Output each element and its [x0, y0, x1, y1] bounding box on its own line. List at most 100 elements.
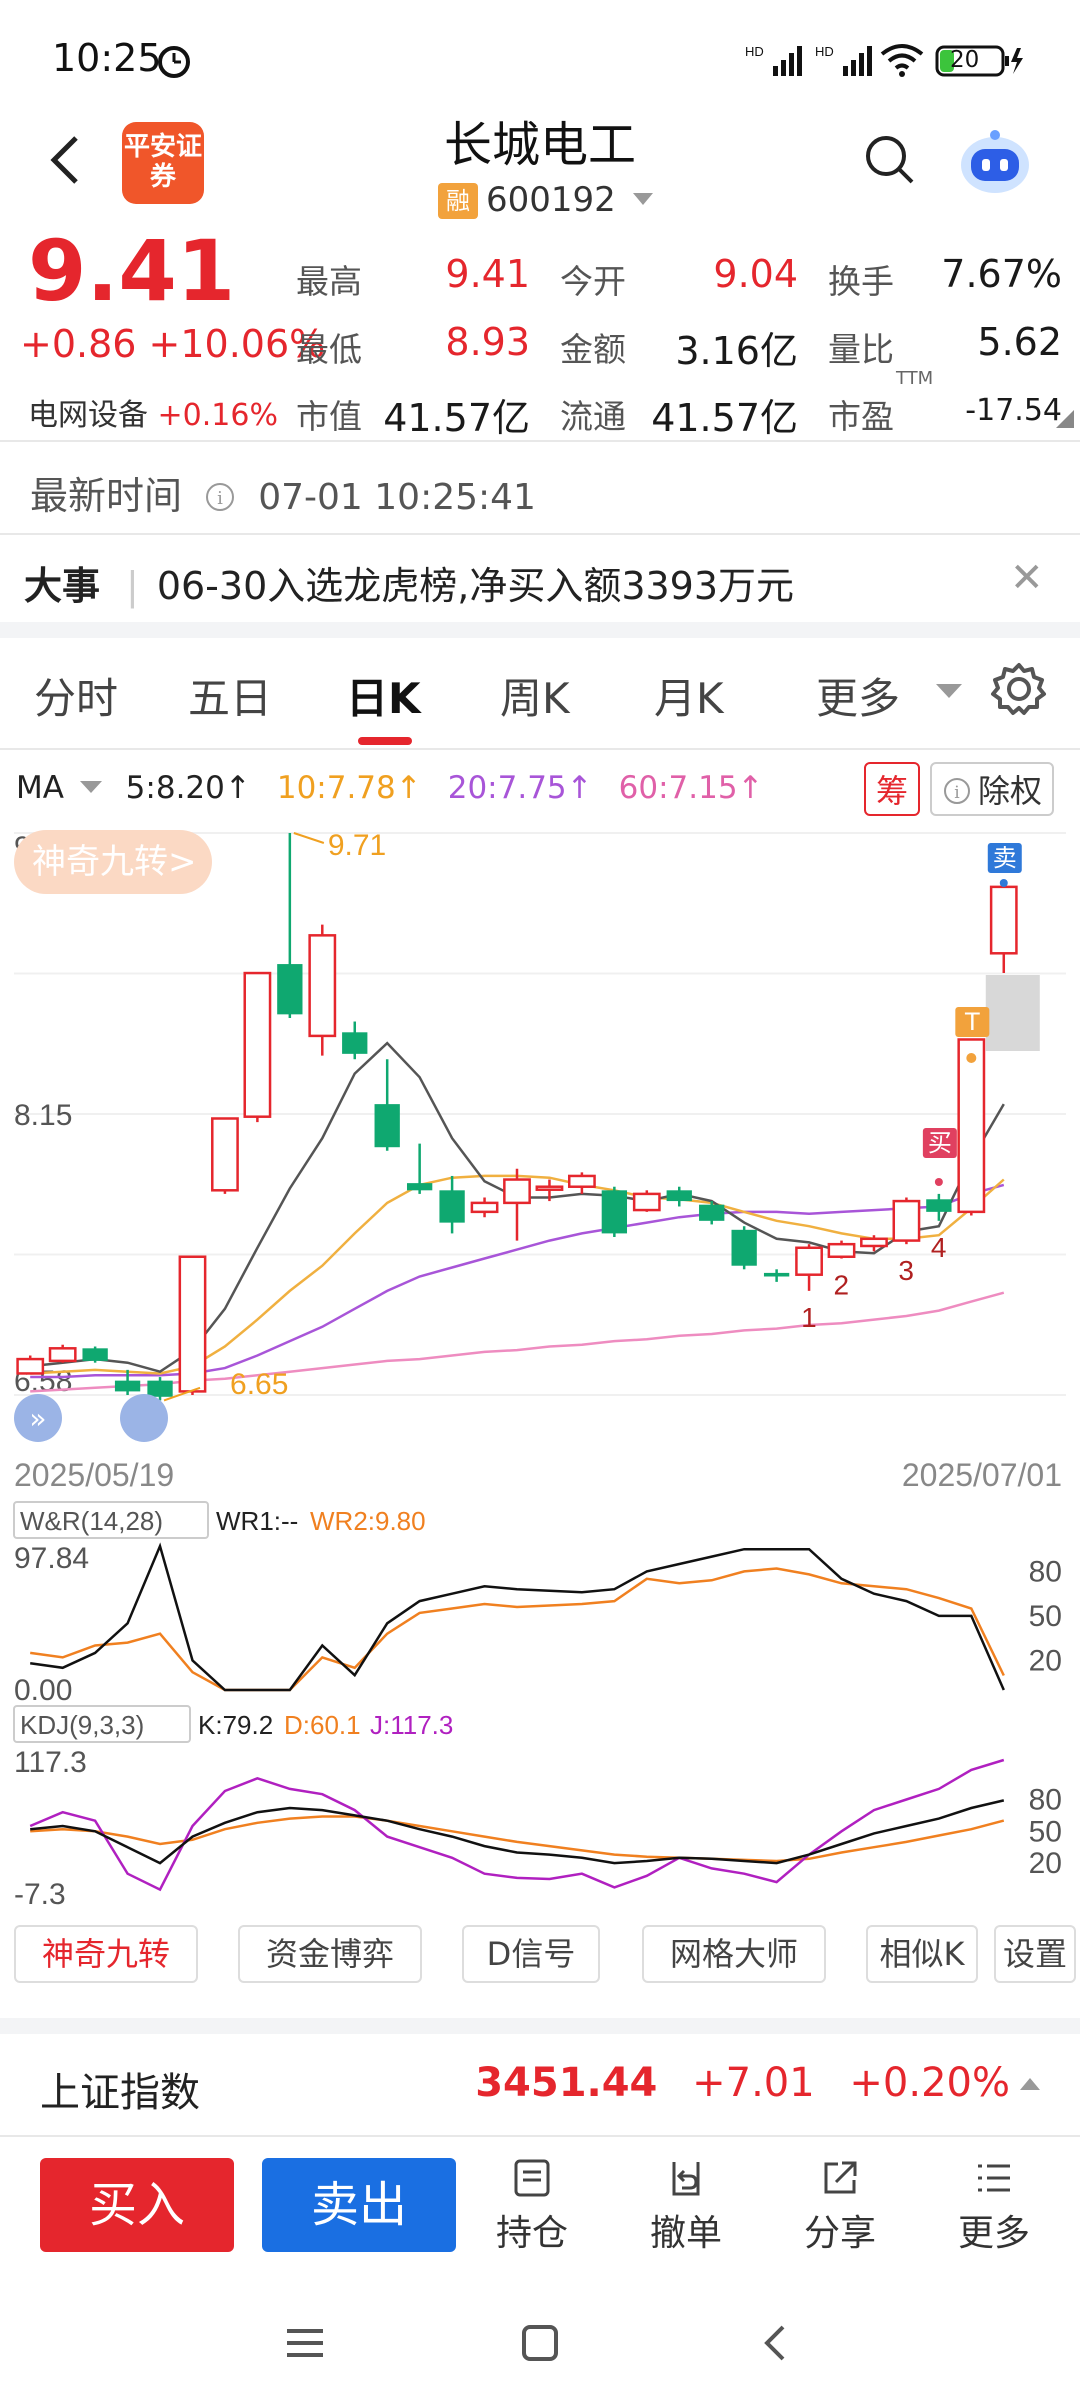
quote-label: 市盈 — [828, 397, 894, 436]
kdj-tick: 80 — [1029, 1784, 1062, 1817]
function-button[interactable]: 神奇九转 — [14, 1925, 198, 1983]
svg-text:HD: HD — [815, 44, 834, 59]
positions-button[interactable]: 持仓 — [472, 2158, 592, 2256]
quote-value: 8.93 — [445, 320, 530, 364]
kdj-label: KDJ(9,3,3) — [20, 1710, 144, 1740]
function-button[interactable]: 设置 — [994, 1925, 1076, 1983]
svg-text:HD: HD — [745, 44, 764, 59]
function-button[interactable]: D信号 — [462, 1925, 600, 1983]
section-gap — [0, 2018, 1080, 2034]
caret-down-icon — [632, 193, 653, 205]
sector-row[interactable]: 电网设备 +0.16% — [28, 390, 278, 434]
quote-label: 市值 — [296, 397, 362, 436]
chip-distribution-button[interactable]: 筹 — [864, 762, 921, 816]
candle-body — [308, 934, 337, 1038]
cancel-order-button[interactable]: 撤单 — [626, 2158, 746, 2256]
t-dot — [966, 1053, 977, 1063]
info-icon[interactable]: i — [204, 481, 236, 513]
candle-body — [211, 1117, 239, 1192]
tab-2[interactable]: 日K — [346, 665, 421, 726]
wr1-line — [30, 1542, 1005, 1692]
update-value: 07-01 10:25:41 — [258, 477, 536, 518]
wr2-value: WR2:9.80 — [310, 1506, 426, 1536]
nine-turn-button[interactable]: 神奇九转> — [14, 830, 212, 894]
function-button[interactable]: 资金博弈 — [238, 1925, 422, 1983]
update-time-row: 最新时间 i 07-01 10:25:41 — [30, 465, 536, 520]
kdj-j-line — [29, 1758, 1005, 1892]
signal-hd-icon: HD — [745, 44, 802, 76]
wr-tick: 80 — [1029, 1555, 1062, 1588]
kdj-bottom-label: -7.3 — [14, 1878, 66, 1911]
expand-corner-icon[interactable] — [1056, 410, 1074, 428]
assistant-robot-icon[interactable] — [955, 125, 1035, 200]
stock-code-row[interactable]: 融 600192 — [438, 180, 653, 220]
more-button[interactable]: 更多 — [934, 2158, 1054, 2256]
sell-tag: 卖 — [993, 844, 1017, 872]
index-quote[interactable]: 3451.44 +7.01 +0.20% — [475, 2060, 1010, 2106]
divider — [0, 440, 1080, 442]
share-icon — [824, 2161, 857, 2194]
news-text: 06-30入选龙虎榜,净买入额3393万元 — [156, 564, 795, 608]
quote-label: 最高 — [296, 262, 362, 301]
home-icon[interactable] — [520, 2323, 560, 2363]
quote-value: 41.57亿 — [651, 396, 798, 440]
news-banner[interactable]: 大事 | 06-30入选龙虎榜,净买入额3393万元 — [24, 555, 794, 610]
stock-code: 600192 — [486, 180, 616, 220]
sector-name: 电网设备 — [28, 398, 148, 433]
quote-label: 最低 — [296, 330, 362, 369]
tab-4[interactable]: 月K — [654, 665, 724, 726]
quote-value: 41.57亿 — [383, 396, 530, 440]
tab-0[interactable]: 分时 — [34, 665, 118, 726]
tab-1[interactable]: 五日 — [188, 665, 272, 726]
index-name[interactable]: 上证指数 — [40, 2060, 200, 2118]
menu-icon[interactable] — [285, 2323, 325, 2363]
function-button[interactable]: 网格大师 — [642, 1925, 826, 1983]
info-icon: i — [944, 778, 970, 804]
candle-body — [470, 1201, 499, 1214]
kdj-tick: 50 — [1029, 1815, 1062, 1848]
ex-rights-button[interactable]: i 除权 — [930, 762, 1055, 816]
ma-value: 20:7.75↑ — [447, 770, 593, 806]
buy-dot — [934, 1178, 943, 1186]
nine-turn-count: 2 — [834, 1270, 850, 1301]
index-change: +7.01 — [692, 2060, 815, 2106]
section-gap — [0, 622, 1080, 638]
quote-label: 金额 — [560, 330, 626, 369]
quote-value: 9.04 — [713, 252, 798, 296]
ma-legend[interactable]: MA 5:8.20↑ 10:7.78↑ 20:7.75↑ 60:7.15↑ — [16, 770, 790, 806]
back-nav-icon[interactable] — [755, 2323, 795, 2363]
candle-body — [860, 1237, 888, 1248]
candle-body — [178, 1255, 207, 1393]
kdj-k-line — [30, 1799, 1005, 1865]
quote-value: 9.41 — [445, 252, 530, 296]
kline-chart[interactable]: 9.718.156.589.716.6512345卖T买»2025/05/192… — [0, 820, 1080, 1920]
positions-icon — [514, 2159, 550, 2197]
cancel-order-label: 撤单 — [649, 2213, 722, 2254]
share-button[interactable]: 分享 — [780, 2158, 900, 2256]
settings-gear-icon[interactable] — [990, 660, 1048, 718]
wr1-value: WR1:-- — [216, 1506, 298, 1536]
wr-tick: 50 — [1029, 1600, 1062, 1633]
high-marker-label: 9.71 — [328, 829, 386, 862]
period-button — [120, 1394, 168, 1442]
alarm-icon — [158, 46, 190, 78]
divider — [0, 533, 1080, 535]
system-nav-bar — [0, 2290, 1080, 2400]
quote-value: 7.67% — [941, 252, 1062, 296]
candle-body — [439, 1190, 465, 1223]
buy-button[interactable]: 买入 — [40, 2158, 234, 2252]
quote-label: 量比 — [828, 330, 894, 369]
close-icon[interactable]: ✕ — [1010, 555, 1044, 601]
search-icon[interactable] — [860, 130, 920, 190]
update-label: 最新时间 — [30, 474, 183, 518]
battery-icon — [935, 45, 1023, 77]
candle-body — [503, 1178, 531, 1205]
candle-body — [243, 971, 272, 1118]
tab-5[interactable]: 更多 — [816, 665, 900, 726]
svg-text:i: i — [954, 783, 960, 803]
tab-3[interactable]: 周K — [500, 665, 570, 726]
kdj-k-value: K:79.2 — [198, 1710, 273, 1740]
function-button[interactable]: 相似K — [866, 1925, 978, 1983]
sell-button[interactable]: 卖出 — [262, 2158, 456, 2252]
nine-turn-count: 4 — [931, 1232, 947, 1263]
